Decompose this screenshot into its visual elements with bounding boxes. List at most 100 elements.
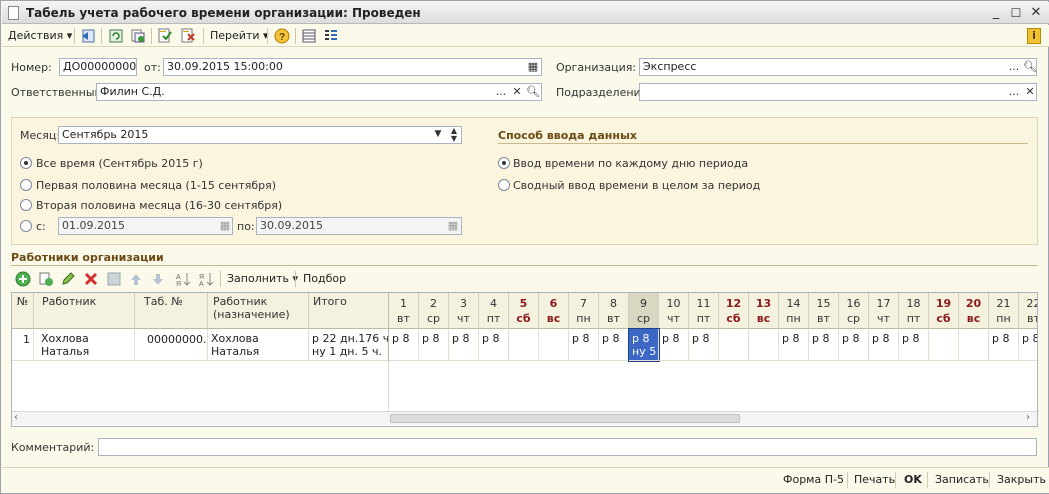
close-icon[interactable]: ✕: [1028, 5, 1044, 21]
day-header-22[interactable]: 22 вт: [1019, 293, 1037, 329]
employees-table[interactable]: № Работник Таб. № Работник (назначение) …: [11, 292, 1038, 427]
minimize-icon[interactable]: _: [988, 5, 1004, 21]
copy-row-icon[interactable]: [38, 271, 54, 287]
calendar-icon[interactable]: ▦: [525, 59, 541, 75]
radio-all-period[interactable]: [20, 157, 32, 169]
date-field[interactable]: 30.09.2015 15:00:00: [163, 58, 542, 76]
col-header-tab-num[interactable]: Таб. №: [135, 293, 208, 329]
col-header-worker-assignment[interactable]: Работник (назначение): [208, 293, 309, 329]
edit-row-icon[interactable]: [60, 271, 76, 287]
info-icon[interactable]: i: [1027, 28, 1041, 44]
sort-ascending-icon[interactable]: AЯ: [175, 271, 191, 287]
actions-menu[interactable]: Действия ▾: [8, 27, 72, 45]
choose-button[interactable]: ...: [1006, 84, 1022, 100]
day-header-17[interactable]: 17 чт: [869, 293, 899, 329]
row-worker[interactable]: Хохлова Наталья Сергеевна: [34, 329, 135, 361]
day-cell-16[interactable]: р 8: [839, 329, 869, 361]
close-button[interactable]: Закрыть: [997, 473, 1046, 486]
col-header-worker[interactable]: Работник: [34, 293, 135, 329]
end-edit-icon[interactable]: [106, 271, 122, 287]
day-header-13[interactable]: 13 вс: [749, 293, 779, 329]
day-header-10[interactable]: 10 чт: [659, 293, 689, 329]
calendar-icon[interactable]: ▦: [445, 218, 461, 234]
day-cell-9[interactable]: р 8 ну 5: [628, 328, 660, 362]
unpost-document-icon[interactable]: [180, 28, 196, 44]
day-header-9[interactable]: 9 ср: [629, 293, 659, 329]
radio-custom-period[interactable]: [20, 220, 32, 232]
day-cell-12[interactable]: [719, 329, 749, 361]
row-total[interactable]: р 22 дн.176 ч. ну 1 дн. 5 ч.: [309, 329, 389, 361]
day-cell-17[interactable]: р 8: [869, 329, 899, 361]
search-icon[interactable]: 🔍︎: [1022, 59, 1038, 75]
day-cell-14[interactable]: р 8: [779, 329, 809, 361]
organization-field[interactable]: Экспресс: [639, 58, 1037, 76]
row-worker-assignment[interactable]: Хохлова Наталья Сергеевна: [208, 329, 309, 361]
copy-icon[interactable]: [130, 28, 146, 44]
radio-summary-input[interactable]: [498, 179, 510, 191]
col-header-num[interactable]: №: [12, 293, 34, 329]
spin-icon[interactable]: ▲ ▼: [446, 127, 462, 143]
row-tab-num[interactable]: 00000000...: [135, 329, 208, 361]
day-header-6[interactable]: 6 вс: [539, 293, 569, 329]
post-document-icon[interactable]: [157, 28, 173, 44]
calendar-icon[interactable]: ▦: [217, 218, 233, 234]
search-icon[interactable]: 🔍︎: [525, 84, 541, 100]
day-cell-19[interactable]: [929, 329, 959, 361]
day-header-8[interactable]: 8 вт: [599, 293, 629, 329]
radio-first-half[interactable]: [20, 179, 32, 191]
radio-second-half[interactable]: [20, 199, 32, 211]
day-header-14[interactable]: 14 пн: [779, 293, 809, 329]
ok-button[interactable]: OK: [904, 473, 922, 486]
day-header-21[interactable]: 21 пн: [989, 293, 1019, 329]
day-cell-4[interactable]: р 8: [479, 329, 509, 361]
day-header-11[interactable]: 11 пт: [689, 293, 719, 329]
day-cell-13[interactable]: [749, 329, 779, 361]
delete-row-icon[interactable]: [83, 271, 99, 287]
number-field[interactable]: ДО000000001: [59, 58, 137, 76]
day-cell-5[interactable]: [509, 329, 539, 361]
dropdown-icon[interactable]: ▼: [430, 127, 446, 143]
from-date-field[interactable]: 01.09.2015: [58, 217, 233, 235]
responsible-field[interactable]: Филин С.Д.: [96, 83, 542, 101]
back-arrow-icon[interactable]: [80, 28, 96, 44]
print-button[interactable]: Печать: [854, 473, 895, 486]
day-header-7[interactable]: 7 пн: [569, 293, 599, 329]
scroll-left-icon[interactable]: ‹: [14, 412, 18, 423]
day-header-19[interactable]: 19 сб: [929, 293, 959, 329]
clear-icon[interactable]: ✕: [509, 84, 525, 100]
department-field[interactable]: [639, 83, 1037, 101]
day-header-5[interactable]: 5 сб: [509, 293, 539, 329]
fill-menu[interactable]: Заполнить ▾: [227, 270, 298, 288]
sort-descending-icon[interactable]: ЯA: [198, 271, 214, 287]
day-header-16[interactable]: 16 ср: [839, 293, 869, 329]
day-cell-20[interactable]: [959, 329, 989, 361]
move-up-icon[interactable]: [128, 271, 144, 287]
to-date-field[interactable]: 30.09.2015: [256, 217, 462, 235]
day-header-20[interactable]: 20 вс: [959, 293, 989, 329]
day-cell-15[interactable]: р 8: [809, 329, 839, 361]
refresh-icon[interactable]: [108, 28, 124, 44]
day-cell-11[interactable]: р 8: [689, 329, 719, 361]
day-header-1[interactable]: 1 вт: [389, 293, 419, 329]
add-row-icon[interactable]: [15, 271, 31, 287]
radio-daily-input[interactable]: [498, 157, 510, 169]
list-settings-icon[interactable]: [323, 28, 339, 44]
day-header-15[interactable]: 15 вт: [809, 293, 839, 329]
col-header-total[interactable]: Итого: [309, 293, 389, 329]
scroll-thumb[interactable]: [390, 414, 740, 423]
form-p5-button[interactable]: Форма П-5: [783, 473, 844, 486]
day-cell-22[interactable]: р 8: [1019, 329, 1037, 361]
day-header-4[interactable]: 4 пт: [479, 293, 509, 329]
horizontal-scrollbar[interactable]: ‹ ›: [12, 411, 1037, 425]
choose-button[interactable]: ...: [1006, 59, 1022, 75]
day-cell-21[interactable]: р 8: [989, 329, 1019, 361]
day-cell-10[interactable]: р 8: [659, 329, 689, 361]
choose-button[interactable]: ...: [493, 84, 509, 100]
month-field[interactable]: Сентябрь 2015: [58, 126, 462, 144]
maximize-icon[interactable]: ☐: [1008, 5, 1024, 21]
day-cell-18[interactable]: р 8: [899, 329, 929, 361]
day-header-2[interactable]: 2 ср: [419, 293, 449, 329]
day-cell-7[interactable]: р 8: [569, 329, 599, 361]
comment-field[interactable]: [98, 438, 1037, 456]
structure-icon[interactable]: [301, 28, 317, 44]
